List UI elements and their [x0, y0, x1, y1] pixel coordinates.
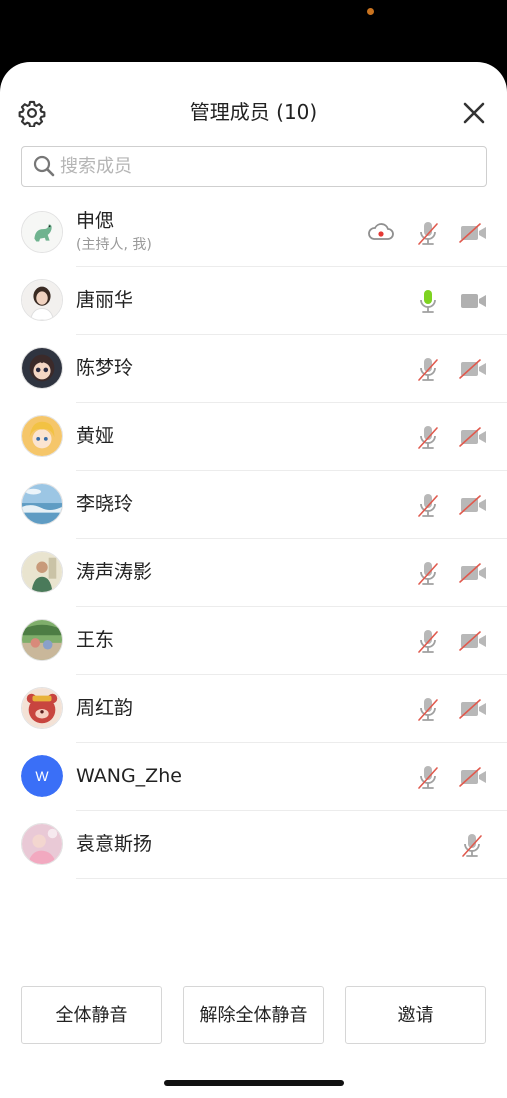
- avatar: [21, 619, 63, 661]
- list-item[interactable]: 王东: [0, 607, 507, 675]
- unmute-all-button[interactable]: 解除全体静音: [183, 986, 324, 1044]
- avatar-initial: W: [35, 768, 49, 784]
- mic-muted-icon[interactable]: [414, 559, 442, 587]
- camera-off-icon[interactable]: [458, 355, 488, 383]
- avatar: [21, 279, 63, 321]
- anime-blonde-avatar-image: [22, 416, 62, 456]
- member-name: WANG_Zhe: [76, 765, 182, 787]
- member-name: 李晓玲: [76, 493, 134, 515]
- member-list: 申偲 (主持人, 我) 唐丽华 陈梦玲 黄娅 李晓玲 涛声涛影 王东 周红韵 W…: [0, 199, 507, 879]
- home-indicator: [164, 1080, 344, 1086]
- page-title: 管理成员 (10): [189, 100, 318, 124]
- list-item[interactable]: 袁意斯扬: [0, 811, 507, 879]
- member-name: 唐丽华: [76, 289, 134, 311]
- camera-off-icon[interactable]: [458, 423, 488, 451]
- mic-muted-icon[interactable]: [414, 763, 442, 791]
- footer-actions: 全体静音 解除全体静音 邀请: [0, 986, 507, 1044]
- mic-muted-icon[interactable]: [414, 423, 442, 451]
- list-item[interactable]: 周红韵: [0, 675, 507, 743]
- member-role: (主持人, 我): [76, 237, 152, 253]
- camera-off-icon[interactable]: [458, 491, 488, 519]
- member-name: 王东: [76, 629, 115, 651]
- member-name: 涛声涛影: [76, 561, 153, 583]
- avatar: [21, 687, 63, 729]
- cloud-recording-icon[interactable]: [367, 221, 395, 243]
- cartoon-girl-avatar-image: [22, 348, 62, 388]
- member-name: 袁意斯扬: [76, 833, 153, 855]
- dinosaur-avatar-image: [22, 212, 62, 252]
- list-item[interactable]: 李晓玲: [0, 471, 507, 539]
- mic-muted-icon[interactable]: [414, 695, 442, 723]
- close-button[interactable]: [461, 100, 487, 126]
- avatar: [21, 823, 63, 865]
- strawberry-bear-avatar-image: [22, 688, 62, 728]
- list-item[interactable]: W WANG_Zhe: [0, 743, 507, 811]
- mute-all-button[interactable]: 全体静音: [21, 986, 162, 1044]
- mic-muted-icon[interactable]: [414, 491, 442, 519]
- list-item[interactable]: 黄娅: [0, 403, 507, 471]
- outdoor-avatar-image: [22, 620, 62, 660]
- close-icon: [463, 102, 485, 124]
- list-item[interactable]: 陈梦玲: [0, 335, 507, 403]
- member-name: 周红韵: [76, 697, 134, 719]
- seascape-avatar-image: [22, 484, 62, 524]
- avatar: [21, 347, 63, 389]
- invite-button[interactable]: 邀请: [345, 986, 486, 1044]
- camera-on-icon[interactable]: [458, 287, 488, 315]
- man-portrait-avatar-image: [22, 552, 62, 592]
- list-item[interactable]: 涛声涛影: [0, 539, 507, 607]
- camera-off-icon[interactable]: [458, 627, 488, 655]
- list-item[interactable]: 唐丽华: [0, 267, 507, 335]
- member-name: 黄娅: [76, 425, 115, 447]
- avatar: [21, 415, 63, 457]
- camera-off-icon[interactable]: [458, 763, 488, 791]
- camera-off-icon[interactable]: [458, 559, 488, 587]
- mic-muted-icon[interactable]: [414, 355, 442, 383]
- portrait-avatar-image: [22, 280, 62, 320]
- manage-members-sheet: 管理成员 (10) 申偲 (主持人, 我): [0, 62, 507, 1098]
- list-item[interactable]: 申偲 (主持人, 我): [0, 199, 507, 267]
- member-name: 陈梦玲: [76, 357, 134, 379]
- mic-muted-icon[interactable]: [458, 831, 486, 859]
- camera-off-icon[interactable]: [458, 695, 488, 723]
- pink-photo-avatar-image: [22, 824, 62, 864]
- initial-avatar: W: [21, 755, 63, 797]
- member-name: 申偲: [76, 210, 115, 232]
- avatar: [21, 211, 63, 253]
- camera-indicator-dot: [367, 8, 374, 15]
- avatar: W: [21, 755, 63, 797]
- search-box[interactable]: [21, 146, 487, 187]
- mic-muted-icon[interactable]: [414, 627, 442, 655]
- mic-active-icon[interactable]: [414, 287, 442, 315]
- camera-off-icon[interactable]: [458, 219, 488, 247]
- mic-muted-icon[interactable]: [414, 219, 442, 247]
- search-icon: [33, 155, 55, 177]
- avatar: [21, 483, 63, 525]
- divider: [76, 878, 507, 879]
- search-input[interactable]: [60, 147, 460, 185]
- avatar: [21, 551, 63, 593]
